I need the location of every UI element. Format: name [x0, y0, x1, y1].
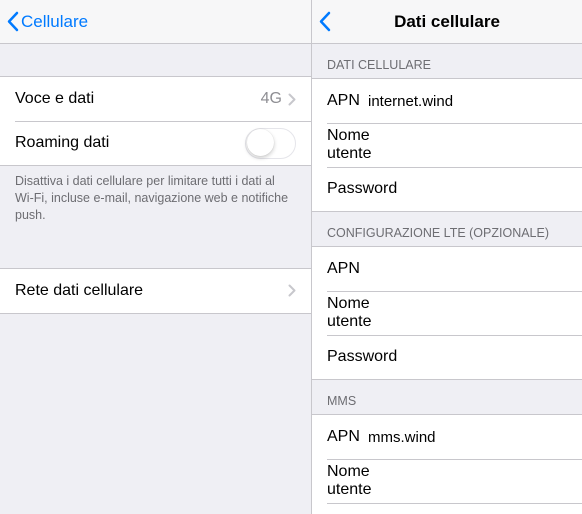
- switch-knob: [247, 129, 274, 156]
- section-header-mms: MMS: [312, 380, 582, 414]
- password-label: Password: [327, 348, 397, 366]
- lte-apn-row[interactable]: APN: [312, 247, 582, 291]
- lte-password-input[interactable]: [397, 349, 582, 366]
- lte-username-input[interactable]: [371, 305, 570, 322]
- password-label: Password: [327, 180, 397, 198]
- cellular-network-label: Rete dati cellulare: [15, 282, 288, 300]
- page-title: Dati cellulare: [312, 12, 582, 32]
- voice-data-label: Voce e dati: [15, 90, 261, 108]
- mms-password-row[interactable]: Password: [312, 503, 582, 514]
- username-label: Nome utente: [327, 295, 371, 331]
- back-label: Cellulare: [21, 12, 88, 32]
- cellular-password-row[interactable]: Password: [312, 167, 582, 211]
- left-pane: Cellulare Voce e dati 4G Roaming dati Di…: [0, 0, 312, 514]
- left-content: Voce e dati 4G Roaming dati Disattiva i …: [0, 44, 311, 514]
- mms-username-row[interactable]: Nome utente: [312, 459, 582, 503]
- cellular-apn-row[interactable]: APN: [312, 79, 582, 123]
- section-header-lte: CONFIGURAZIONE LTE (OPZIONALE): [312, 212, 582, 246]
- cellular-network-row[interactable]: Rete dati cellulare: [0, 269, 311, 313]
- chevron-left-icon: [318, 11, 331, 32]
- navbar-right: Dati cellulare: [312, 0, 582, 44]
- username-label: Nome utente: [327, 463, 371, 499]
- roaming-label: Roaming dati: [15, 134, 245, 152]
- right-content: DATI CELLULARE APN Nome utente Password …: [312, 44, 582, 514]
- voice-roaming-group: Voce e dati 4G Roaming dati: [0, 76, 311, 166]
- cellular-password-input[interactable]: [397, 181, 582, 198]
- chevron-right-icon: [288, 93, 296, 106]
- lte-username-row[interactable]: Nome utente: [312, 291, 582, 335]
- mms-username-input[interactable]: [371, 473, 570, 490]
- mms-group: APN Nome utente Password: [312, 414, 582, 514]
- mms-apn-row[interactable]: APN: [312, 415, 582, 459]
- voice-data-row[interactable]: Voce e dati 4G: [0, 77, 311, 121]
- apn-label: APN: [327, 92, 368, 110]
- lte-group: APN Nome utente Password: [312, 246, 582, 380]
- lte-password-row[interactable]: Password: [312, 335, 582, 379]
- chevron-left-icon: [6, 11, 19, 32]
- voice-data-value: 4G: [261, 90, 282, 108]
- back-button[interactable]: [318, 11, 331, 32]
- network-group: Rete dati cellulare: [0, 268, 311, 314]
- roaming-data-row: Roaming dati: [0, 121, 311, 165]
- section-header-cellular: DATI CELLULARE: [312, 44, 582, 78]
- right-pane: Dati cellulare DATI CELLULARE APN Nome u…: [312, 0, 582, 514]
- navbar-left: Cellulare: [0, 0, 311, 44]
- cellular-footer-note: Disattiva i dati cellulare per limitare …: [0, 166, 311, 236]
- apn-label: APN: [327, 260, 368, 278]
- roaming-switch[interactable]: [245, 128, 296, 159]
- chevron-right-icon: [288, 284, 296, 297]
- cellular-username-input[interactable]: [371, 137, 570, 154]
- username-label: Nome utente: [327, 127, 371, 163]
- mms-apn-input[interactable]: [368, 429, 567, 446]
- back-button[interactable]: Cellulare: [6, 11, 88, 32]
- cellular-group: APN Nome utente Password: [312, 78, 582, 212]
- cellular-username-row[interactable]: Nome utente: [312, 123, 582, 167]
- lte-apn-input[interactable]: [368, 261, 567, 278]
- cellular-apn-input[interactable]: [368, 93, 567, 110]
- apn-label: APN: [327, 428, 368, 446]
